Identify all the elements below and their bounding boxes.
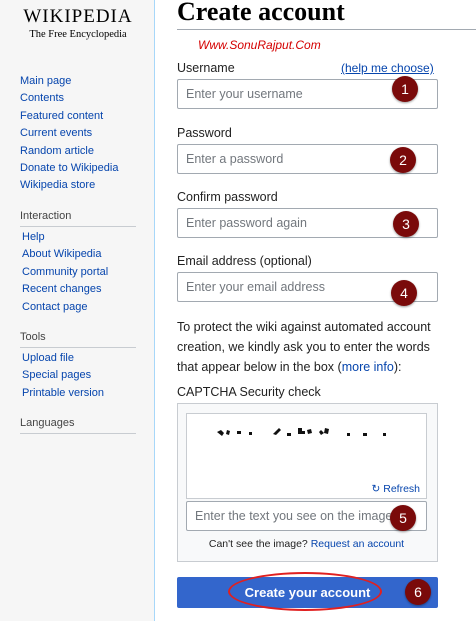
sidebar-item-store[interactable]: Wikipedia store — [20, 177, 118, 194]
step-marker-2: 2 — [390, 147, 416, 173]
captcha-help: Can't see the image? Request an account — [186, 538, 427, 550]
create-account-button[interactable]: Create your account — [177, 577, 438, 608]
captcha-refresh-link[interactable]: ↻ Refresh — [372, 483, 420, 495]
sidebar-heading-tools: Tools — [20, 331, 46, 343]
sidebar-tools-list: Upload file Special pages Printable vers… — [22, 350, 104, 402]
email-label: Email address (optional) — [177, 254, 312, 268]
title-divider — [177, 29, 476, 30]
sidebar-item-random-article[interactable]: Random article — [20, 143, 118, 160]
sidebar-item-main-page[interactable]: Main page — [20, 73, 118, 90]
sidebar-item-help[interactable]: Help — [22, 229, 108, 246]
watermark-text: Www.SonuRajput.Com — [198, 38, 321, 52]
sidebar-divider — [20, 347, 136, 348]
password-label: Password — [177, 126, 232, 140]
sidebar-item-current-events[interactable]: Current events — [20, 125, 118, 142]
step-marker-6: 6 — [405, 579, 431, 605]
sidebar-item-upload-file[interactable]: Upload file — [22, 350, 104, 367]
step-marker-4: 4 — [391, 280, 417, 306]
sidebar-item-contact-page[interactable]: Contact page — [22, 299, 108, 316]
sidebar-border — [154, 0, 155, 621]
sidebar-item-about[interactable]: About Wikipedia — [22, 246, 108, 263]
sidebar-navigation: Main page Contents Featured content Curr… — [20, 73, 118, 195]
step-marker-3: 3 — [393, 211, 419, 237]
sidebar-interaction-list: Help About Wikipedia Community portal Re… — [22, 229, 108, 316]
sidebar-divider — [20, 433, 136, 434]
captcha-explanation-end: ): — [393, 360, 402, 374]
username-label: Username — [177, 61, 235, 75]
sidebar-heading-languages: Languages — [20, 417, 75, 429]
confirm-password-label: Confirm password — [177, 190, 278, 204]
request-account-link[interactable]: Request an account — [311, 538, 404, 550]
wikipedia-logo[interactable]: WIKIPEDIA The Free Encyclopedia — [22, 6, 134, 42]
captcha-refresh-label: Refresh — [383, 483, 420, 495]
sidebar-item-donate[interactable]: Donate to Wikipedia — [20, 160, 118, 177]
sidebar-item-printable-version[interactable]: Printable version — [22, 385, 104, 402]
step-marker-1: 1 — [392, 76, 418, 102]
captcha-explanation: To protect the wiki against automated ac… — [177, 317, 447, 377]
sidebar-item-special-pages[interactable]: Special pages — [22, 367, 104, 384]
sidebar-item-contents[interactable]: Contents — [20, 90, 118, 107]
more-info-link[interactable]: more info — [342, 360, 394, 374]
page-title: Create account — [177, 0, 345, 26]
help-me-choose-link[interactable]: (help me choose) — [341, 61, 434, 75]
captcha-label: CAPTCHA Security check — [177, 385, 321, 399]
cant-see-image-text: Can't see the image? — [208, 538, 308, 550]
step-marker-5: 5 — [390, 505, 416, 531]
logo-tagline: The Free Encyclopedia — [29, 29, 127, 40]
logo-wordmark: WIKIPEDIA — [23, 6, 133, 27]
sidebar-item-featured-content[interactable]: Featured content — [20, 108, 118, 125]
sidebar-item-community-portal[interactable]: Community portal — [22, 264, 108, 281]
sidebar-item-recent-changes[interactable]: Recent changes — [22, 281, 108, 298]
sidebar-heading-interaction: Interaction — [20, 210, 72, 222]
captcha-image: ↻ Refresh — [186, 413, 427, 499]
sidebar-divider — [20, 226, 136, 227]
